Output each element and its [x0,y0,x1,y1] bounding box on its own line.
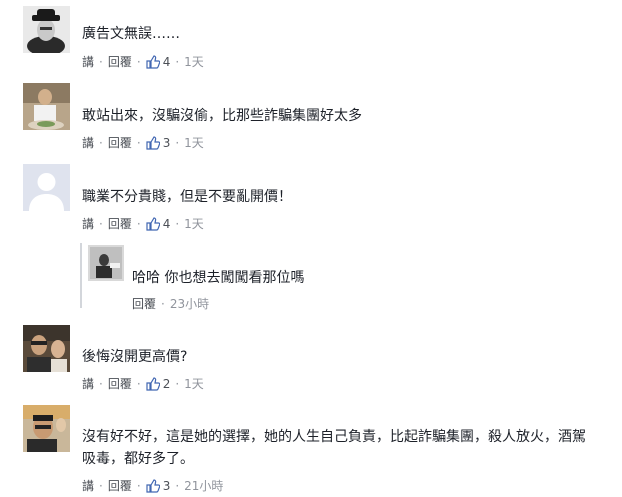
separator-dot: · [99,136,103,150]
timestamp[interactable]: 1天 [184,54,204,70]
reply-link[interactable]: 回覆 [108,135,132,151]
separator-dot: · [175,217,180,231]
separator-dot: · [136,55,141,69]
separator-dot: · [99,217,103,231]
separator-dot: · [175,136,180,150]
avatar[interactable] [23,6,70,53]
avatar-photo-icon [88,245,124,281]
avatar-portrait-icon [23,6,70,53]
avatar[interactable] [23,83,70,130]
separator-dot: · [161,297,165,311]
reply-link[interactable]: 回覆 [108,216,132,232]
like-count[interactable]: 3 [146,135,171,151]
separator-dot: · [99,479,103,493]
thumbs-up-icon [146,55,160,69]
comment-text-line-2: 吸毒，都好多了。 [82,451,194,467]
comment-actions: 回覆 · 23小時 [132,296,209,312]
translate-link[interactable]: 講 [82,478,94,494]
avatar[interactable] [23,164,70,211]
separator-dot: · [99,377,103,391]
separator-dot: · [136,136,141,150]
reply-thread-line [80,243,82,308]
reply-link[interactable]: 回覆 [108,376,132,392]
comment-actions: 講 · 回覆 · 4 · 1天 [82,54,204,70]
like-count-value: 2 [162,377,171,391]
comment-text: 廣告文無誤…… [82,26,180,42]
comment-text: 敢站出來，沒騙沒偷，比那些詐騙集團好太多 [82,108,362,124]
avatar[interactable] [88,245,124,281]
timestamp[interactable]: 1天 [184,216,204,232]
like-count[interactable]: 4 [146,54,171,70]
separator-dot: · [175,377,180,391]
comment-text: 職業不分貴賤，但是不要亂開價！ [82,189,292,205]
timestamp[interactable]: 21小時 [184,478,223,494]
separator-dot: · [136,377,141,391]
comment-actions: 講 · 回覆 · 3 · 21小時 [82,478,223,494]
like-count-value: 4 [162,55,171,69]
separator-dot: · [175,479,180,493]
like-count-value: 4 [162,217,171,231]
timestamp[interactable]: 1天 [184,376,204,392]
separator-dot: · [175,55,180,69]
timestamp[interactable]: 1天 [184,135,204,151]
thumbs-up-icon [146,377,160,391]
separator-dot: · [99,55,103,69]
reply-link[interactable]: 回覆 [108,54,132,70]
like-count[interactable]: 3 [146,478,171,494]
reply-link[interactable]: 回覆 [108,478,132,494]
comment-text-line-1: 沒有好不好，這是她的選擇，她的人生自己負責，比起詐騙集團，殺人放火，酒駕 [82,429,586,445]
thumbs-up-icon [146,479,160,493]
comment-actions: 講 · 回覆 · 3 · 1天 [82,135,204,151]
timestamp[interactable]: 23小時 [170,296,209,312]
separator-dot: · [136,479,141,493]
avatar-photo-icon [23,405,70,452]
like-count-value: 3 [162,479,171,493]
translate-link[interactable]: 講 [82,54,94,70]
avatar[interactable] [23,405,70,452]
like-count[interactable]: 2 [146,376,171,392]
avatar-photo-icon [23,83,70,130]
like-count[interactable]: 4 [146,216,171,232]
comment-actions: 講 · 回覆 · 4 · 1天 [82,216,204,232]
comment-actions: 講 · 回覆 · 2 · 1天 [82,376,204,392]
translate-link[interactable]: 講 [82,376,94,392]
like-count-value: 3 [162,136,171,150]
separator-dot: · [136,217,141,231]
comment-text: 後悔沒開更高價? [82,349,188,365]
thumbs-up-icon [146,136,160,150]
avatar[interactable] [23,325,70,372]
thumbs-up-icon [146,217,160,231]
avatar-photo-icon [23,325,70,372]
default-avatar-icon [23,164,70,211]
reply-link[interactable]: 回覆 [132,296,156,312]
translate-link[interactable]: 講 [82,135,94,151]
comment-text: 哈哈 你也想去闖闖看那位嗎 [132,270,305,286]
translate-link[interactable]: 講 [82,216,94,232]
